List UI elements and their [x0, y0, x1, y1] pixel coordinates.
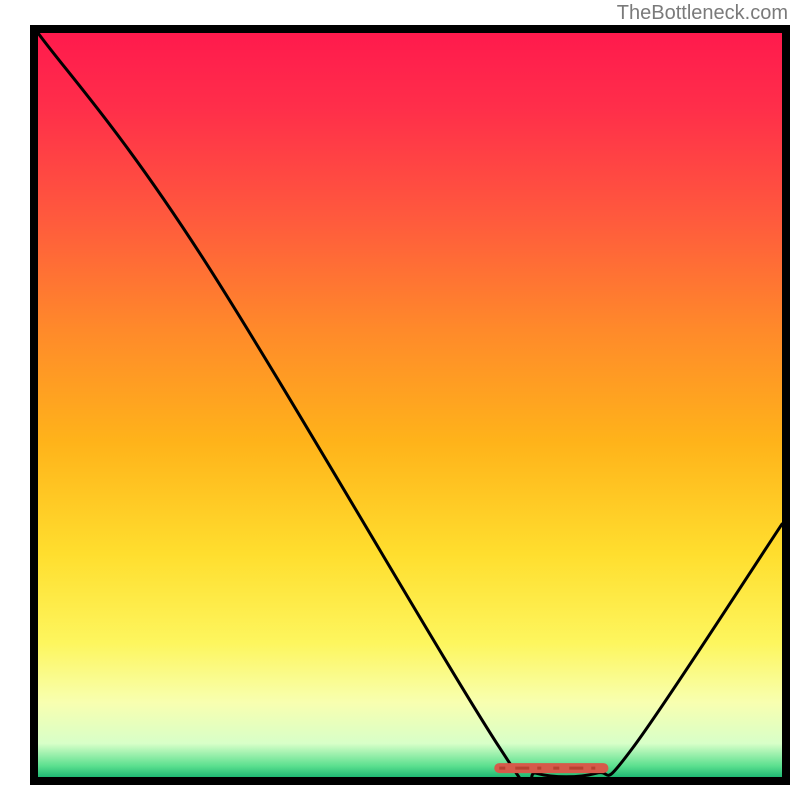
chart-svg	[30, 25, 790, 785]
bottleneck-chart	[30, 25, 790, 785]
attribution-label: TheBottleneck.com	[617, 2, 788, 25]
